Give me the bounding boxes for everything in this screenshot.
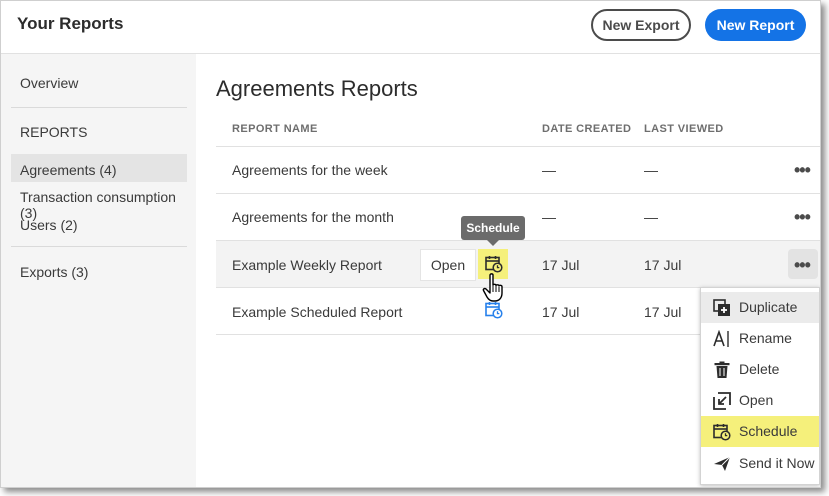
last-viewed: 17 Jul (644, 304, 682, 320)
top-bar: Your Reports New Export New Report (1, 1, 820, 54)
page-title: Your Reports (17, 14, 124, 33)
scheduled-calendar-icon (485, 302, 503, 319)
menu-item-label: Duplicate (739, 299, 798, 315)
column-header-date-created[interactable]: DATE CREATED (542, 123, 631, 135)
menu-item-send-it-now[interactable]: Send it Now (701, 448, 819, 479)
sidebar-section-reports: REPORTS (20, 124, 88, 140)
more-options-button[interactable]: ••• (794, 160, 811, 181)
new-report-button[interactable]: New Report (705, 9, 806, 41)
more-options-button[interactable]: ••• (794, 207, 811, 228)
row-divider (216, 193, 820, 194)
reports-window: Your Reports New Export New Report Overv… (0, 0, 821, 488)
more-options-button[interactable]: ••• (794, 255, 811, 276)
report-name[interactable]: Agreements for the week (232, 162, 388, 178)
trash-icon (714, 361, 730, 378)
sidebar-item-exports[interactable]: Exports (3) (20, 264, 88, 280)
menu-item-label: Rename (739, 330, 792, 346)
column-header-report-name[interactable]: REPORT NAME (232, 123, 318, 135)
sidebar-divider (11, 107, 187, 108)
send-icon (714, 456, 731, 471)
menu-item-delete[interactable]: Delete (701, 354, 819, 385)
sidebar: Overview REPORTS Agreements (4) Transact… (1, 54, 196, 487)
menu-item-rename[interactable]: Rename (701, 323, 819, 354)
hand-cursor-icon (482, 273, 503, 302)
menu-item-label: Open (739, 392, 774, 408)
report-name[interactable]: Example Weekly Report (232, 257, 382, 273)
menu-item-open[interactable]: Open (701, 385, 819, 416)
sidebar-item-users[interactable]: Users (2) (20, 217, 78, 233)
date-created: — (542, 209, 556, 225)
tooltip-arrow (487, 240, 499, 246)
date-created: 17 Jul (542, 304, 580, 320)
row-actions-menu: Duplicate Rename Delete Open Schedule Se… (700, 287, 820, 485)
date-created: 17 Jul (542, 257, 580, 273)
menu-item-label: Delete (739, 361, 780, 377)
date-created: — (542, 162, 556, 178)
sidebar-item-agreements[interactable]: Agreements (4) (20, 162, 116, 178)
menu-item-label: Send it Now (739, 455, 815, 471)
row-divider (216, 146, 820, 147)
open-report-button[interactable]: Open (420, 249, 476, 281)
last-viewed: — (644, 162, 658, 178)
sidebar-item-overview[interactable]: Overview (20, 75, 78, 91)
open-icon (713, 392, 731, 410)
calendar-clock-icon (713, 424, 731, 441)
menu-item-label: Schedule (739, 423, 798, 439)
menu-item-schedule[interactable]: Schedule (701, 416, 819, 447)
menu-item-duplicate[interactable]: Duplicate (701, 292, 819, 323)
section-title: Agreements Reports (216, 76, 418, 101)
sidebar-divider (11, 246, 187, 247)
last-viewed: — (644, 209, 658, 225)
schedule-tooltip: Schedule (461, 216, 525, 240)
last-viewed: 17 Jul (644, 257, 682, 273)
report-name[interactable]: Example Scheduled Report (232, 304, 402, 320)
rename-icon (713, 330, 729, 347)
duplicate-icon (713, 299, 730, 316)
report-name[interactable]: Agreements for the month (232, 209, 394, 225)
new-export-button[interactable]: New Export (591, 9, 691, 41)
calendar-clock-icon (485, 256, 503, 273)
row-divider (216, 240, 820, 241)
column-header-last-viewed[interactable]: LAST VIEWED (644, 123, 724, 135)
